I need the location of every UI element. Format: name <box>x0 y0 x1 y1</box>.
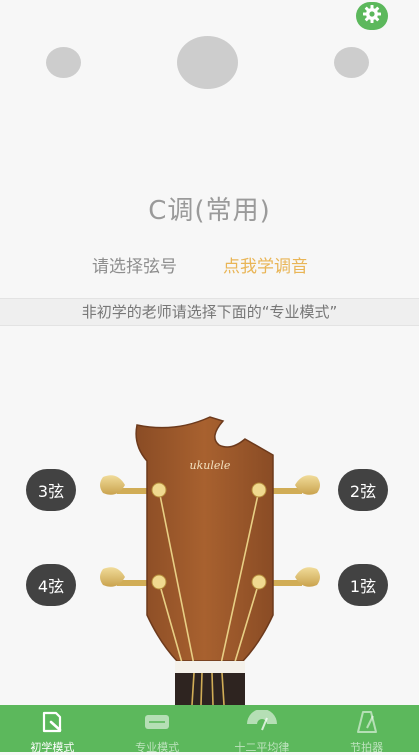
metronome-icon <box>355 710 379 738</box>
string-3-button[interactable]: 3弦 <box>26 469 76 511</box>
learn-tuning-link[interactable]: 点我学调音 <box>223 252 308 277</box>
pro-mode-hint: 非初学的老师请选择下面的“专业模式” <box>0 298 419 326</box>
pro-icon <box>143 710 171 738</box>
string-2-button[interactable]: 2弦 <box>338 469 388 511</box>
beginner-icon <box>40 710 64 738</box>
tab-label: 专业模式 <box>135 741 180 754</box>
gear-icon <box>362 4 382 28</box>
tuner-indicator-center <box>177 36 238 89</box>
bottom-tab-bar: 初学模式 专业模式 十二平均律 节拍器 <box>0 705 419 754</box>
tuner-indicator-left <box>46 47 81 78</box>
tuning-key-title[interactable]: C调(常用) <box>0 190 419 227</box>
tuner-indicator-right <box>334 47 369 78</box>
tab-label: 十二平均律 <box>234 741 290 754</box>
tab-pro-mode[interactable]: 专业模式 <box>105 705 210 754</box>
tab-equal-temperament[interactable]: 十二平均律 <box>210 705 315 754</box>
ukulele-logo-text: ukulele <box>190 459 231 472</box>
tab-beginner-mode[interactable]: 初学模式 <box>0 705 105 754</box>
meter-icon <box>245 709 279 738</box>
settings-button[interactable] <box>356 2 388 30</box>
select-string-prompt: 请选择弦号 <box>92 257 177 277</box>
string-1-button[interactable]: 1弦 <box>338 564 388 606</box>
string-4-button[interactable]: 4弦 <box>26 564 76 606</box>
tab-label: 初学模式 <box>30 741 75 754</box>
tab-metronome[interactable]: 节拍器 <box>314 705 419 754</box>
tab-label: 节拍器 <box>350 741 384 754</box>
ukulele-headstock: ukulele <box>95 415 325 709</box>
